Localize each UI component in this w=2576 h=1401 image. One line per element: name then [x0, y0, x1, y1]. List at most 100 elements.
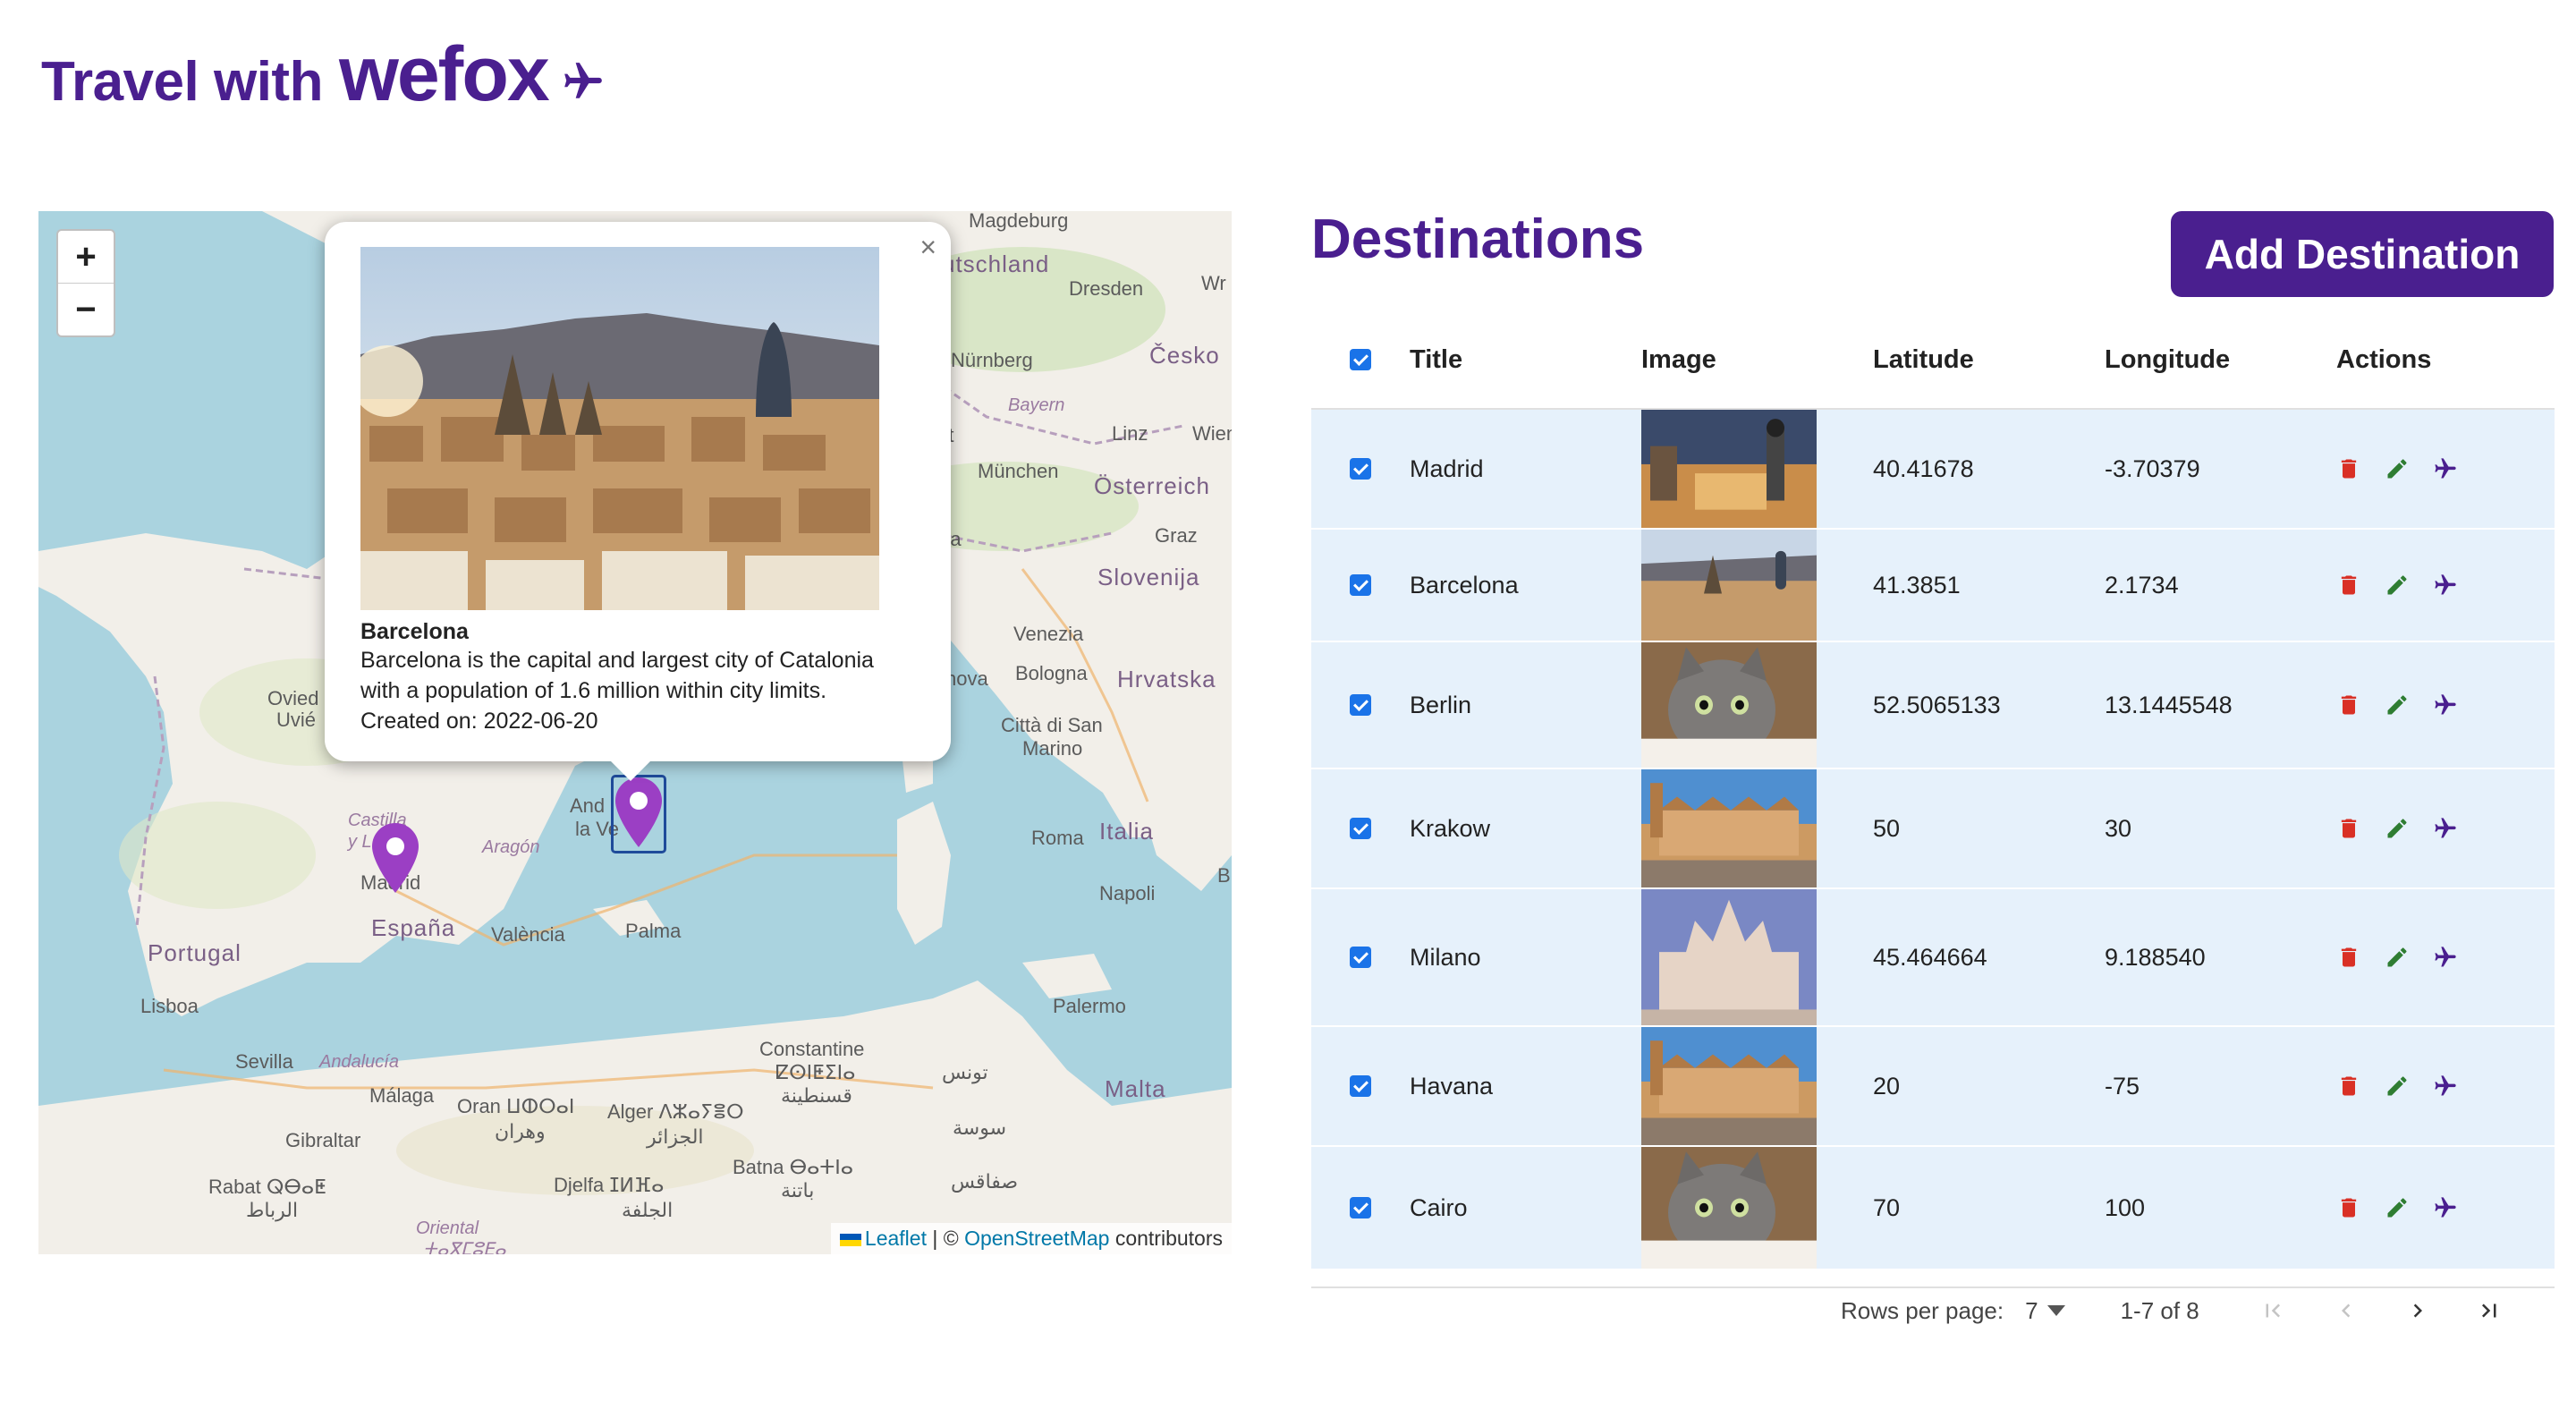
- brand-prefix: Travel with: [41, 51, 323, 113]
- row-image: [1641, 642, 1817, 768]
- column-header-latitude[interactable]: Latitude: [1873, 345, 2105, 375]
- plane-icon: [564, 63, 602, 98]
- map-popup: × Barcelona Barcelona is the capital and…: [325, 222, 951, 781]
- map-label: Bologna: [1015, 662, 1088, 684]
- fly-to-icon[interactable]: [2433, 692, 2458, 717]
- edit-icon[interactable]: [2385, 692, 2410, 717]
- row-image: [1641, 410, 1817, 528]
- row-actions: [2336, 456, 2555, 481]
- fly-to-icon[interactable]: [2433, 1074, 2458, 1099]
- row-latitude: 41.3851: [1873, 571, 1961, 599]
- brand-logo: Travel with wefox: [41, 36, 606, 114]
- edit-icon[interactable]: [2385, 945, 2410, 970]
- map-label: قسنطينة: [781, 1084, 852, 1107]
- map-label: Magdeburg: [969, 211, 1069, 232]
- table-row[interactable]: Cairo 70 100: [1311, 1147, 2555, 1270]
- map-label: B: [1217, 864, 1231, 887]
- delete-icon[interactable]: [2336, 1195, 2361, 1220]
- row-checkbox[interactable]: [1350, 818, 1371, 839]
- fly-to-icon[interactable]: [2433, 1195, 2458, 1220]
- map-label: وهران: [495, 1120, 546, 1142]
- map-label: باتنة: [781, 1179, 815, 1201]
- popup-close-button[interactable]: ×: [919, 231, 936, 264]
- table-row[interactable]: Havana 20 -75: [1311, 1027, 2555, 1147]
- map-label: nova: [945, 667, 988, 690]
- delete-icon[interactable]: [2336, 573, 2361, 598]
- row-title: Cairo: [1410, 1193, 1468, 1221]
- map-label: Graz: [1155, 524, 1198, 547]
- map-label: Ovied: [267, 687, 319, 709]
- delete-icon[interactable]: [2336, 692, 2361, 717]
- row-actions: [2336, 573, 2555, 598]
- column-header-longitude[interactable]: Longitude: [2105, 345, 2336, 375]
- edit-icon[interactable]: [2385, 1195, 2410, 1220]
- column-header-actions: Actions: [2336, 344, 2432, 374]
- map-label: Lisboa: [140, 995, 199, 1017]
- column-header-title[interactable]: Title: [1410, 345, 1641, 375]
- zoom-out-button[interactable]: −: [58, 283, 114, 335]
- fly-to-icon[interactable]: [2433, 573, 2458, 598]
- delete-icon[interactable]: [2336, 1074, 2361, 1099]
- map-label: Constantine: [759, 1038, 865, 1060]
- fly-to-icon[interactable]: [2433, 816, 2458, 841]
- map-label: utschland: [942, 250, 1050, 277]
- map-attribution: Leaflet | © OpenStreetMap contributors: [830, 1223, 1232, 1254]
- map-label: y L: [348, 832, 372, 852]
- row-longitude: 30: [2105, 814, 2132, 842]
- map-label: Djelfa ⵊⵍⴼⴰ: [554, 1174, 665, 1196]
- edit-icon[interactable]: [2385, 573, 2410, 598]
- first-page-button[interactable]: [2255, 1293, 2291, 1329]
- row-checkbox[interactable]: [1350, 1075, 1371, 1097]
- select-all-checkbox[interactable]: [1350, 349, 1371, 370]
- row-title: Havana: [1410, 1072, 1494, 1100]
- row-checkbox[interactable]: [1350, 1197, 1371, 1218]
- row-title: Milano: [1410, 943, 1481, 971]
- column-header-image[interactable]: Image: [1641, 345, 1873, 375]
- table-row[interactable]: Krakow 50 30: [1311, 769, 2555, 889]
- row-title: Berlin: [1410, 691, 1472, 718]
- row-latitude: 52.5065133: [1873, 691, 2001, 718]
- row-checkbox[interactable]: [1350, 694, 1371, 716]
- map-marker-barcelona[interactable]: [611, 775, 666, 853]
- table-row[interactable]: Milano 45.464664 9.188540: [1311, 889, 2555, 1027]
- table-row[interactable]: Madrid 40.41678 -3.70379: [1311, 410, 2555, 530]
- delete-icon[interactable]: [2336, 816, 2361, 841]
- table-row[interactable]: Barcelona 41.3851 2.1734: [1311, 530, 2555, 642]
- map-label: Wien: [1192, 422, 1232, 445]
- fly-to-icon[interactable]: [2433, 456, 2458, 481]
- last-page-icon: [2481, 1303, 2496, 1318]
- row-longitude: 2.1734: [2105, 571, 2179, 599]
- rows-per-page-select[interactable]: 7: [2025, 1297, 2065, 1325]
- row-checkbox[interactable]: [1350, 458, 1371, 480]
- delete-icon[interactable]: [2336, 945, 2361, 970]
- last-page-button[interactable]: [2471, 1293, 2507, 1329]
- fly-to-icon[interactable]: [2433, 945, 2458, 970]
- table-row[interactable]: Berlin 52.5065133 13.1445548: [1311, 642, 2555, 769]
- rows-per-page-label: Rows per page:: [1841, 1296, 2004, 1324]
- row-latitude: 45.464664: [1873, 943, 1987, 971]
- map-label: Österreich: [1094, 472, 1210, 499]
- row-latitude: 20: [1873, 1072, 1901, 1100]
- popup-tip: [611, 761, 650, 781]
- row-actions: [2336, 1074, 2555, 1099]
- add-destination-button[interactable]: Add Destination: [2171, 211, 2554, 297]
- leaflet-link[interactable]: Leaflet: [865, 1227, 927, 1250]
- map-label: Wr: [1201, 272, 1226, 294]
- edit-icon[interactable]: [2385, 1074, 2410, 1099]
- map-view[interactable]: Magdeburg utschland Dresden Wr Nürnberg …: [38, 211, 1232, 1254]
- row-checkbox[interactable]: [1350, 574, 1371, 596]
- next-page-button[interactable]: [2400, 1293, 2436, 1329]
- previous-page-button[interactable]: [2328, 1293, 2364, 1329]
- map-label: Bayern: [1008, 395, 1065, 415]
- osm-link[interactable]: OpenStreetMap: [964, 1227, 1109, 1250]
- map-label: Marino: [1022, 737, 1083, 760]
- zoom-in-button[interactable]: +: [58, 231, 114, 283]
- row-checkbox[interactable]: [1350, 947, 1371, 968]
- table-body: Madrid 40.41678 -3.70379 Barcelona 41.3851 2.…: [1311, 410, 2555, 1270]
- edit-icon[interactable]: [2385, 816, 2410, 841]
- delete-icon[interactable]: [2336, 456, 2361, 481]
- map-marker-madrid[interactable]: [372, 823, 419, 893]
- zoom-control: + −: [56, 229, 115, 337]
- edit-icon[interactable]: [2385, 456, 2410, 481]
- row-title: Barcelona: [1410, 571, 1519, 599]
